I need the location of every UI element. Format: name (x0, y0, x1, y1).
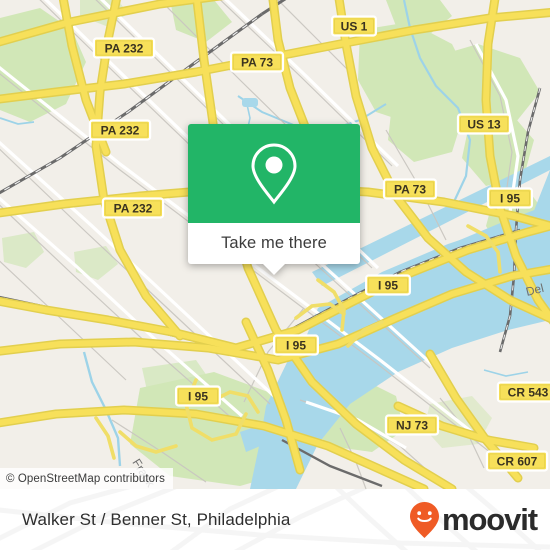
shield-pa-73-mid: PA 73 (382, 178, 438, 200)
callout-action-panel[interactable]: Take me there (188, 223, 360, 275)
shield-nj-73: NJ 73 (384, 414, 440, 436)
shield-us-13-text: US 13 (467, 117, 501, 131)
shield-i-95-mid: I 95 (365, 274, 412, 296)
footer-bar: Walker St / Benner St, Philadelphia moov… (0, 489, 550, 550)
shield-i-95-right: I 95 (487, 187, 534, 209)
callout-icon-panel (188, 124, 360, 223)
shield-pa-73-mid-text: PA 73 (394, 182, 426, 196)
moovit-brand-logo[interactable]: moovit (408, 501, 538, 539)
moovit-wordmark: moovit (441, 502, 538, 537)
moovit-smile-pin-icon (409, 501, 439, 538)
map-attribution[interactable]: © OpenStreetMap contributors (0, 468, 173, 489)
shield-cr-543-text: CR 543 (508, 385, 549, 399)
shield-i-95-left: I 95 (175, 385, 222, 407)
shield-us-1: US 1 (331, 15, 378, 37)
map-canvas[interactable]: PA 232 PA 73 US 1 PA 232 US 13 PA 73 I 95 PA 23… (0, 0, 550, 489)
attribution-text: © OpenStreetMap contributors (6, 472, 165, 485)
shield-pa-232-mid-text: PA 232 (101, 123, 140, 137)
shield-pa-232-mid: PA 232 (88, 119, 152, 141)
map-screenshot-root: PA 232 PA 73 US 1 PA 232 US 13 PA 73 I 95 PA 23… (0, 0, 550, 550)
shield-cr-543: CR 543 (496, 381, 550, 403)
shield-i-95-right-text: I 95 (500, 191, 520, 205)
shield-i-95-center: I 95 (273, 334, 320, 356)
shield-pa-73-top-text: PA 73 (241, 55, 273, 69)
shield-i-95-mid-text: I 95 (378, 278, 398, 292)
shield-pa-232-low-text: PA 232 (114, 201, 153, 215)
shield-i-95-left-text: I 95 (188, 389, 208, 403)
shield-cr-607-text: CR 607 (497, 454, 538, 468)
shield-pa-73-top: PA 73 (229, 51, 285, 73)
callout-tail-pointer (263, 264, 285, 275)
shield-us-1-text: US 1 (341, 19, 368, 33)
shield-i-95-center-text: I 95 (286, 338, 306, 352)
location-pin-icon (251, 142, 297, 204)
shield-cr-607: CR 607 (485, 450, 549, 472)
shield-pa-232-top-text: PA 232 (105, 41, 144, 55)
shield-pa-232-low: PA 232 (101, 197, 165, 219)
shield-us-13: US 13 (456, 113, 512, 135)
callout-action-label: Take me there (221, 234, 327, 252)
take-me-there-callout[interactable]: Take me there (188, 124, 360, 275)
location-title: Walker St / Benner St, Philadelphia (22, 509, 291, 529)
shield-pa-232-top: PA 232 (92, 37, 156, 59)
shield-nj-73-text: NJ 73 (396, 418, 428, 432)
